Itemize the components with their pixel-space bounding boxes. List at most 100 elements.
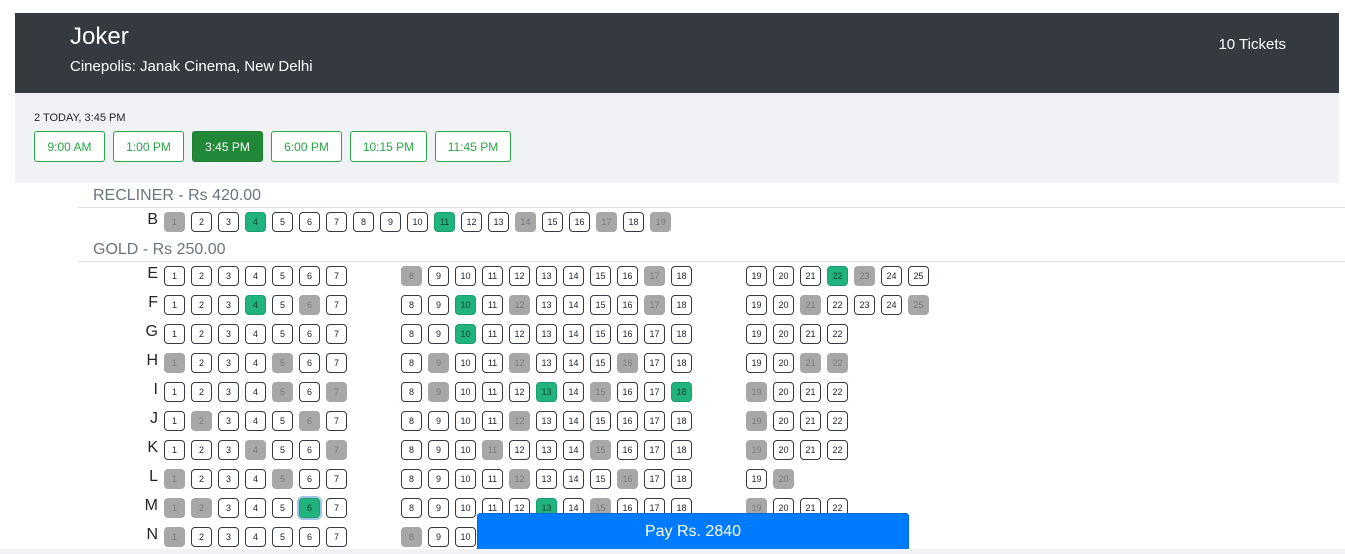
seat-N4[interactable]: 4 [245, 527, 266, 547]
seat-L3[interactable]: 3 [218, 469, 239, 489]
seat-E19[interactable]: 19 [746, 266, 767, 286]
ticket-count[interactable]: 10 Tickets [1218, 36, 1286, 53]
seat-I16[interactable]: 16 [617, 382, 638, 402]
seat-E11[interactable]: 11 [482, 266, 503, 286]
seat-E25[interactable]: 25 [908, 266, 929, 286]
seat-E21[interactable]: 21 [800, 266, 821, 286]
seat-N10[interactable]: 10 [455, 527, 476, 547]
showtime-button[interactable]: 3:45 PM [192, 131, 263, 162]
seat-L4[interactable]: 4 [245, 469, 266, 489]
seat-K13[interactable]: 13 [536, 440, 557, 460]
showtime-button[interactable]: 9:00 AM [34, 131, 105, 162]
seat-G17[interactable]: 17 [644, 324, 665, 344]
seat-E14[interactable]: 14 [563, 266, 584, 286]
seat-I2[interactable]: 2 [191, 382, 212, 402]
seat-I13[interactable]: 13 [536, 382, 557, 402]
seat-B11[interactable]: 11 [434, 212, 455, 232]
seat-L8[interactable]: 8 [401, 469, 422, 489]
showtime-button[interactable]: 11:45 PM [435, 131, 511, 162]
seat-J9[interactable]: 9 [428, 411, 449, 431]
seat-K21[interactable]: 21 [800, 440, 821, 460]
seat-E15[interactable]: 15 [590, 266, 611, 286]
seat-G16[interactable]: 16 [617, 324, 638, 344]
seat-G5[interactable]: 5 [272, 324, 293, 344]
seat-F2[interactable]: 2 [191, 295, 212, 315]
seat-K8[interactable]: 8 [401, 440, 422, 460]
seat-K3[interactable]: 3 [218, 440, 239, 460]
seat-B6[interactable]: 6 [299, 212, 320, 232]
seat-B8[interactable]: 8 [353, 212, 374, 232]
seat-K2[interactable]: 2 [191, 440, 212, 460]
seat-H7[interactable]: 7 [326, 353, 347, 373]
seat-J18[interactable]: 18 [671, 411, 692, 431]
seat-F19[interactable]: 19 [746, 295, 767, 315]
seat-M3[interactable]: 3 [218, 498, 239, 518]
seat-N9[interactable]: 9 [428, 527, 449, 547]
seat-I20[interactable]: 20 [773, 382, 794, 402]
seat-K14[interactable]: 14 [563, 440, 584, 460]
seat-G4[interactable]: 4 [245, 324, 266, 344]
seat-H6[interactable]: 6 [299, 353, 320, 373]
showtime-button[interactable]: 1:00 PM [113, 131, 184, 162]
seat-L17[interactable]: 17 [644, 469, 665, 489]
seat-N2[interactable]: 2 [191, 527, 212, 547]
seat-G11[interactable]: 11 [482, 324, 503, 344]
seat-G7[interactable]: 7 [326, 324, 347, 344]
seat-H2[interactable]: 2 [191, 353, 212, 373]
seat-B12[interactable]: 12 [461, 212, 482, 232]
seat-L11[interactable]: 11 [482, 469, 503, 489]
seat-K17[interactable]: 17 [644, 440, 665, 460]
seat-E4[interactable]: 4 [245, 266, 266, 286]
seat-H15[interactable]: 15 [590, 353, 611, 373]
seat-F22[interactable]: 22 [827, 295, 848, 315]
seat-E13[interactable]: 13 [536, 266, 557, 286]
seat-L9[interactable]: 9 [428, 469, 449, 489]
seat-H19[interactable]: 19 [746, 353, 767, 373]
seat-J1[interactable]: 1 [164, 411, 185, 431]
seat-I14[interactable]: 14 [563, 382, 584, 402]
seat-E16[interactable]: 16 [617, 266, 638, 286]
seat-F20[interactable]: 20 [773, 295, 794, 315]
seat-M10[interactable]: 10 [455, 498, 476, 518]
seat-H8[interactable]: 8 [401, 353, 422, 373]
seat-G1[interactable]: 1 [164, 324, 185, 344]
seat-B16[interactable]: 16 [569, 212, 590, 232]
seat-E9[interactable]: 9 [428, 266, 449, 286]
seat-I4[interactable]: 4 [245, 382, 266, 402]
seat-J14[interactable]: 14 [563, 411, 584, 431]
seat-M9[interactable]: 9 [428, 498, 449, 518]
seat-E1[interactable]: 1 [164, 266, 185, 286]
seat-J20[interactable]: 20 [773, 411, 794, 431]
seat-K12[interactable]: 12 [509, 440, 530, 460]
seat-F3[interactable]: 3 [218, 295, 239, 315]
seat-B13[interactable]: 13 [488, 212, 509, 232]
seat-K20[interactable]: 20 [773, 440, 794, 460]
seat-H4[interactable]: 4 [245, 353, 266, 373]
seat-I12[interactable]: 12 [509, 382, 530, 402]
seat-I21[interactable]: 21 [800, 382, 821, 402]
seat-E18[interactable]: 18 [671, 266, 692, 286]
seat-B15[interactable]: 15 [542, 212, 563, 232]
seat-K6[interactable]: 6 [299, 440, 320, 460]
seat-M5[interactable]: 5 [272, 498, 293, 518]
seat-B5[interactable]: 5 [272, 212, 293, 232]
seat-N6[interactable]: 6 [299, 527, 320, 547]
seat-E24[interactable]: 24 [881, 266, 902, 286]
seat-F5[interactable]: 5 [272, 295, 293, 315]
seat-B10[interactable]: 10 [407, 212, 428, 232]
seat-F15[interactable]: 15 [590, 295, 611, 315]
seat-N3[interactable]: 3 [218, 527, 239, 547]
showtime-button[interactable]: 10:15 PM [350, 131, 427, 162]
seat-E22[interactable]: 22 [827, 266, 848, 286]
seat-K1[interactable]: 1 [164, 440, 185, 460]
seat-E3[interactable]: 3 [218, 266, 239, 286]
seat-B18[interactable]: 18 [623, 212, 644, 232]
seat-G20[interactable]: 20 [773, 324, 794, 344]
seat-F11[interactable]: 11 [482, 295, 503, 315]
seat-H11[interactable]: 11 [482, 353, 503, 373]
seat-F4[interactable]: 4 [245, 295, 266, 315]
seat-B2[interactable]: 2 [191, 212, 212, 232]
seat-G6[interactable]: 6 [299, 324, 320, 344]
seat-J15[interactable]: 15 [590, 411, 611, 431]
seat-G12[interactable]: 12 [509, 324, 530, 344]
